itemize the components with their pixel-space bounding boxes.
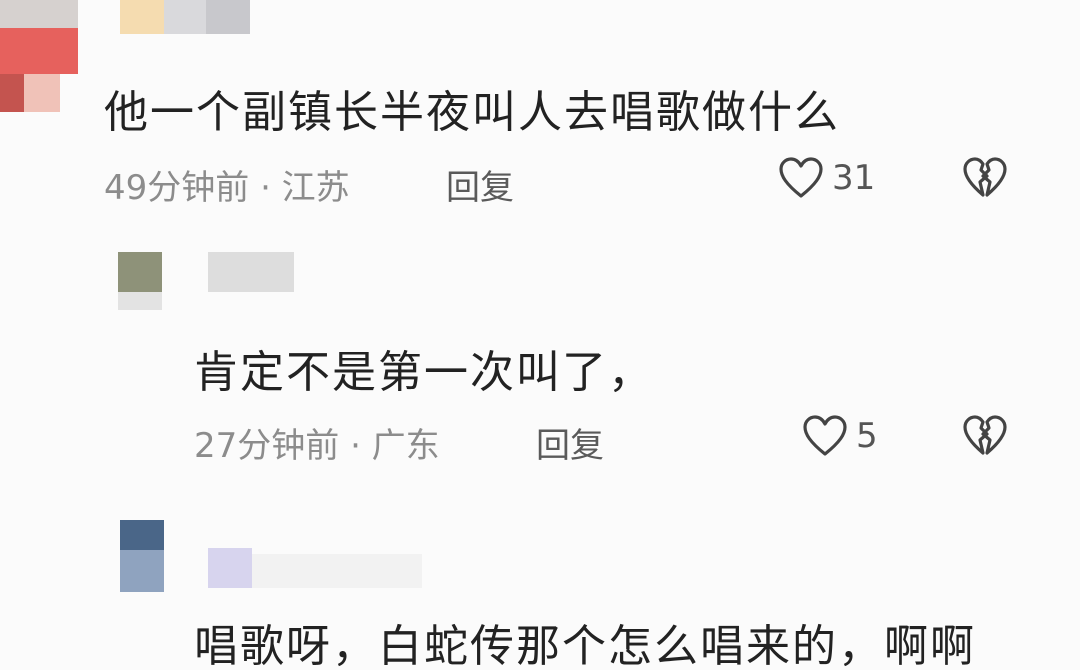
username-redacted[interactable] [208,252,294,292]
avatar-redacted[interactable] [0,0,78,116]
comment-text: 他一个副镇长半夜叫人去唱歌做什么 [104,87,840,138]
like-button[interactable]: 5 [802,414,878,458]
broken-heart-icon [962,156,1008,200]
like-count: 5 [856,416,878,456]
avatar-redacted[interactable] [118,252,162,310]
like-count: 31 [832,158,876,198]
heart-outline-icon [778,156,824,200]
dislike-button[interactable] [962,414,1008,458]
comment-2: 肯定不是第一次叫了， 27分钟前 · 广东 回复 5 [0,230,1080,490]
comment-text: 唱歌呀，白蛇传那个怎么唱来的，啊啊 [194,621,976,670]
reply-button[interactable]: 回复 [536,418,604,467]
avatar-redacted[interactable] [120,520,164,592]
comment-time-location: 27分钟前 · 广东 [194,426,440,466]
username-redacted[interactable] [120,0,250,34]
comment-3: 唱歌呀，白蛇传那个怎么唱来的，啊啊 [0,490,1080,670]
comment-1: 他一个副镇长半夜叫人去唱歌做什么 49分钟前 · 江苏 回复 31 [0,0,1080,230]
dislike-button[interactable] [962,156,1008,200]
like-button[interactable]: 31 [778,156,875,200]
reply-button[interactable]: 回复 [446,160,514,209]
comment-time-location: 49分钟前 · 江苏 [104,168,350,208]
comment-text: 肯定不是第一次叫了， [194,347,654,398]
comment-thread: 他一个副镇长半夜叫人去唱歌做什么 49分钟前 · 江苏 回复 31 肯定不是第一… [0,0,1080,670]
broken-heart-icon [962,414,1008,458]
heart-outline-icon [802,414,848,458]
username-redacted[interactable] [208,548,428,588]
